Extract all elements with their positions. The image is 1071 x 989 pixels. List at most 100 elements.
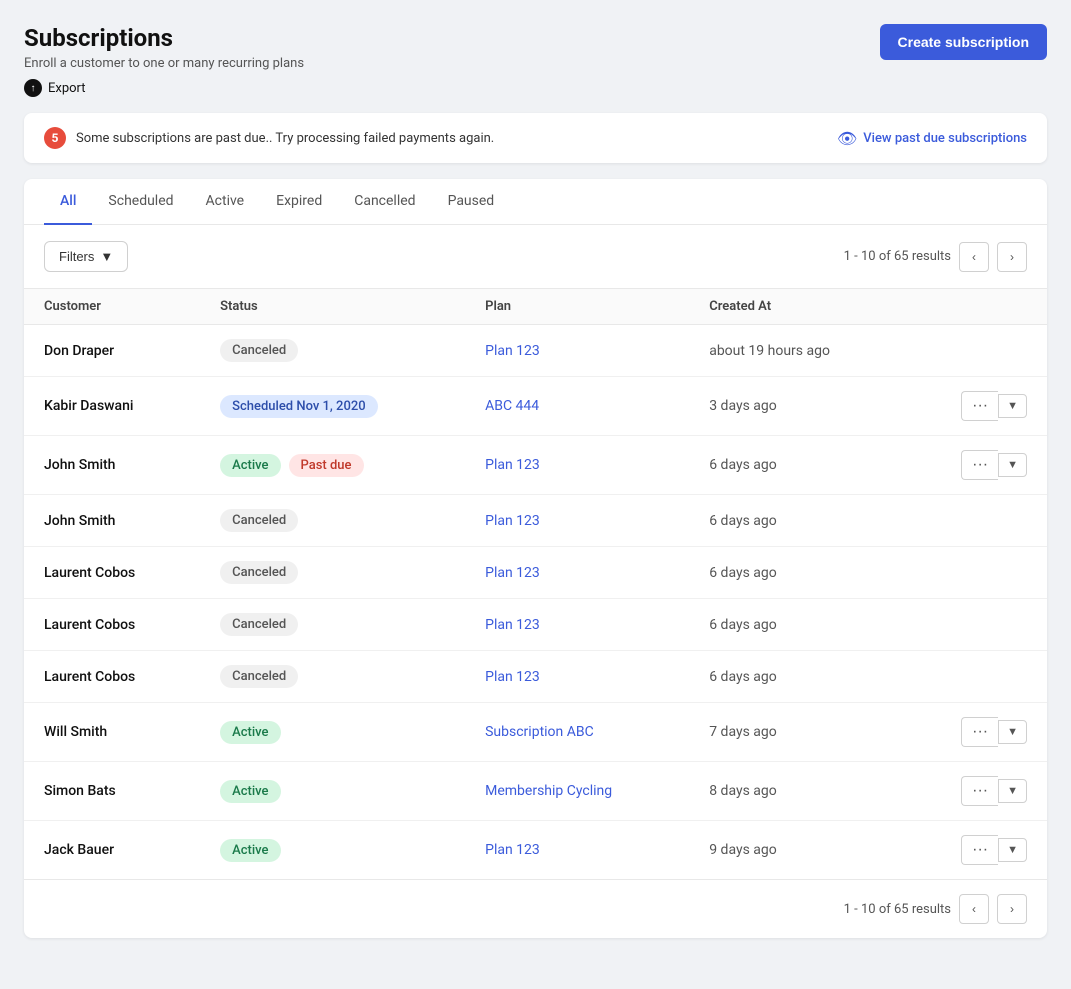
- export-link[interactable]: ↑ Export: [24, 79, 304, 97]
- status-badge-canceled: Canceled: [220, 665, 298, 688]
- tabs-bar: AllScheduledActiveExpiredCancelledPaused: [24, 179, 1047, 225]
- plan-link[interactable]: Plan 123: [465, 599, 689, 651]
- customer-name: Laurent Cobos: [24, 547, 200, 599]
- tab-all[interactable]: All: [44, 179, 92, 225]
- row-more-button[interactable]: ···: [961, 717, 998, 747]
- row-dropdown-button[interactable]: ▼: [998, 838, 1027, 862]
- row-actions: [905, 651, 1047, 703]
- created-at: 3 days ago: [689, 377, 905, 436]
- toolbar: Filters ▼ 1 - 10 of 65 results ‹ ›: [24, 225, 1047, 288]
- row-dropdown-button[interactable]: ▼: [998, 779, 1027, 803]
- status-cell: Canceled: [200, 651, 465, 703]
- table-body: Don DraperCanceledPlan 123about 19 hours…: [24, 325, 1047, 880]
- status-cell: Active: [200, 821, 465, 880]
- plan-link[interactable]: Plan 123: [465, 436, 689, 495]
- filters-chevron-icon: ▼: [100, 249, 113, 264]
- pagination-text-bottom: 1 - 10 of 65 results: [844, 902, 951, 917]
- col-header-plan: Plan: [465, 289, 689, 325]
- view-past-due-link[interactable]: 👁 View past due subscriptions: [837, 129, 1027, 148]
- plan-link[interactable]: Plan 123: [465, 651, 689, 703]
- alert-link-label: View past due subscriptions: [863, 131, 1027, 146]
- filters-button[interactable]: Filters ▼: [44, 241, 128, 272]
- row-more-button[interactable]: ···: [961, 835, 998, 865]
- status-badge-scheduled: Scheduled Nov 1, 2020: [220, 395, 378, 418]
- filters-label: Filters: [59, 249, 94, 264]
- export-icon: ↑: [24, 79, 42, 97]
- customer-name: Jack Bauer: [24, 821, 200, 880]
- status-badge-canceled: Canceled: [220, 561, 298, 584]
- row-actions: [905, 325, 1047, 377]
- plan-link[interactable]: Plan 123: [465, 821, 689, 880]
- next-page-button-top[interactable]: ›: [997, 242, 1027, 272]
- plan-link[interactable]: Membership Cycling: [465, 762, 689, 821]
- created-at: 6 days ago: [689, 651, 905, 703]
- table-row: Laurent Cobos Canceled Plan 1236 days ago: [24, 547, 1047, 599]
- created-at: 7 days ago: [689, 703, 905, 762]
- pagination-text-top: 1 - 10 of 65 results: [844, 249, 951, 264]
- next-page-button-bottom[interactable]: ›: [997, 894, 1027, 924]
- plan-link[interactable]: ABC 444: [465, 377, 689, 436]
- row-dropdown-button[interactable]: ▼: [998, 453, 1027, 477]
- alert-left: 5 Some subscriptions are past due.. Try …: [44, 127, 494, 149]
- row-actions: ···▼: [905, 377, 1047, 436]
- row-actions: ···▼: [905, 436, 1047, 495]
- row-actions: [905, 599, 1047, 651]
- table-row: Laurent CobosCanceledPlan 1236 days ago: [24, 599, 1047, 651]
- row-dropdown-button[interactable]: ▼: [998, 394, 1027, 418]
- created-at: 6 days ago: [689, 547, 905, 599]
- create-subscription-button[interactable]: Create subscription: [880, 24, 1047, 60]
- created-at: about 19 hours ago: [689, 325, 905, 377]
- prev-page-button-bottom[interactable]: ‹: [959, 894, 989, 924]
- row-actions: [905, 547, 1047, 599]
- table-row: Simon Bats Active Membership Cycling8 days…: [24, 762, 1047, 821]
- created-at: 8 days ago: [689, 762, 905, 821]
- plan-link[interactable]: Plan 123: [465, 547, 689, 599]
- status-cell: Active: [200, 762, 465, 821]
- status-badge-pastdue: Past due: [289, 454, 364, 477]
- row-actions: ···▼: [905, 821, 1047, 880]
- main-card: AllScheduledActiveExpiredCancelledPaused…: [24, 179, 1047, 938]
- row-more-button[interactable]: ···: [961, 450, 998, 480]
- prev-page-button-top[interactable]: ‹: [959, 242, 989, 272]
- table-header-row: CustomerStatusPlanCreated At: [24, 289, 1047, 325]
- customer-name: Kabir Daswani: [24, 377, 200, 436]
- tab-expired[interactable]: Expired: [260, 179, 338, 225]
- status-badge-active: Active: [220, 839, 280, 862]
- row-more-button[interactable]: ···: [961, 776, 998, 806]
- tab-cancelled[interactable]: Cancelled: [338, 179, 431, 225]
- row-dropdown-button[interactable]: ▼: [998, 720, 1027, 744]
- status-cell: ActivePast due: [200, 436, 465, 495]
- alert-count-badge: 5: [44, 127, 66, 149]
- subscriptions-table: CustomerStatusPlanCreated At Don DraperC…: [24, 288, 1047, 879]
- row-actions: [905, 495, 1047, 547]
- export-label: Export: [48, 81, 86, 96]
- status-cell: Canceled: [200, 547, 465, 599]
- tab-active[interactable]: Active: [190, 179, 261, 225]
- col-header-created-at: Created At: [689, 289, 905, 325]
- plan-link[interactable]: Subscription ABC: [465, 703, 689, 762]
- table-row: Don Draper Canceled Plan 123about 19 hours…: [24, 325, 1047, 377]
- status-cell: Canceled: [200, 495, 465, 547]
- created-at: 9 days ago: [689, 821, 905, 880]
- tab-scheduled[interactable]: Scheduled: [92, 179, 189, 225]
- status-badge-active: Active: [220, 721, 280, 744]
- status-badge-canceled: Canceled: [220, 339, 298, 362]
- table-row: Kabir Daswani Scheduled Nov 1, 2020 ABC 44…: [24, 377, 1047, 436]
- customer-name: Don Draper: [24, 325, 200, 377]
- col-header-status: Status: [200, 289, 465, 325]
- created-at: 6 days ago: [689, 599, 905, 651]
- customer-name: John Smith: [24, 495, 200, 547]
- col-header-customer: Customer: [24, 289, 200, 325]
- status-badge-active: Active: [220, 780, 280, 803]
- table-row: Laurent CobosCanceledPlan 1236 days ago: [24, 651, 1047, 703]
- plan-link[interactable]: Plan 123: [465, 325, 689, 377]
- created-at: 6 days ago: [689, 495, 905, 547]
- tab-paused[interactable]: Paused: [432, 179, 511, 225]
- bottom-bar: 1 - 10 of 65 results ‹ ›: [24, 879, 1047, 938]
- status-cell: Canceled: [200, 325, 465, 377]
- row-more-button[interactable]: ···: [961, 391, 998, 421]
- created-at: 6 days ago: [689, 436, 905, 495]
- plan-link[interactable]: Plan 123: [465, 495, 689, 547]
- customer-name: Simon Bats: [24, 762, 200, 821]
- alert-banner: 5 Some subscriptions are past due.. Try …: [24, 113, 1047, 163]
